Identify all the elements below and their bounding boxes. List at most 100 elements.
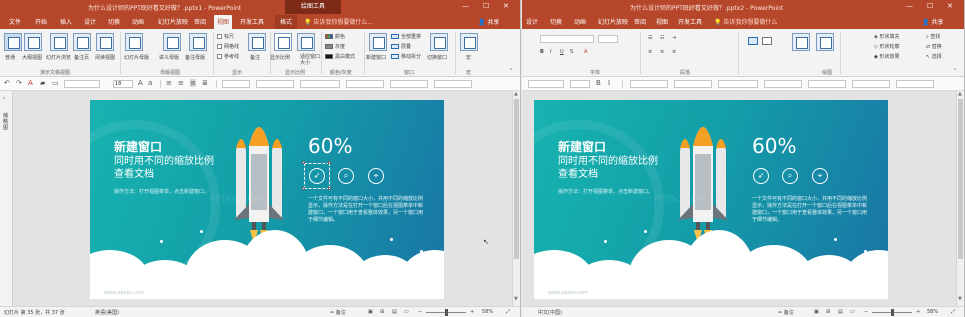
bullets-icon[interactable]: ☰ [648, 35, 652, 41]
zoom-percent[interactable]: 58% [482, 309, 493, 315]
tab-animations[interactable]: 动画 [574, 17, 586, 26]
zoom-out-icon[interactable]: − [418, 309, 422, 315]
tab-slideshow[interactable]: 幻灯片放映 [598, 17, 628, 26]
indent-icon[interactable]: ⇥ [672, 35, 676, 41]
shape-fill-button[interactable]: ◈ 形状填充 [874, 33, 899, 40]
view-reading-icon[interactable]: ▤ [838, 309, 843, 315]
close-icon[interactable]: ✕ [947, 2, 953, 10]
font-color-icon[interactable]: A [28, 79, 33, 87]
fit-to-window-button[interactable] [297, 33, 315, 51]
increase-font-icon[interactable]: A [138, 79, 143, 87]
font-size-box[interactable]: 18 [113, 80, 133, 88]
grayscale-button[interactable]: 灰度 [325, 43, 345, 50]
tab-review[interactable]: 审阅 [194, 17, 206, 26]
gridlines-checkbox[interactable]: 网格线 [217, 43, 239, 50]
language-indicator[interactable]: 英语(美国) [95, 309, 119, 316]
font-size-box[interactable] [598, 35, 618, 43]
scroll-up-icon[interactable]: ▲ [514, 91, 518, 97]
collapse-ribbon-icon[interactable]: ⌃ [953, 68, 957, 74]
share-button[interactable]: 👤 共享 [922, 17, 943, 26]
strikethrough-icon[interactable]: S [570, 49, 573, 55]
tab-format[interactable]: 格式 [275, 15, 298, 29]
shape-outline-button[interactable]: ◇ 形状轮廓 [874, 43, 899, 50]
macros-button[interactable] [460, 33, 478, 51]
move-split-button[interactable]: 移动拆分 [391, 53, 421, 60]
close-icon[interactable]: ✕ [503, 2, 509, 10]
tab-insert[interactable]: 插入 [60, 17, 72, 26]
tab-transitions[interactable]: 切换 [550, 17, 562, 26]
underline-icon[interactable]: U [560, 49, 564, 55]
text-style-box[interactable] [300, 80, 340, 88]
tell-me-box[interactable]: 💡 告诉我你想要做什么... [304, 17, 373, 26]
resize-handle[interactable] [328, 161, 331, 164]
zoom-in-icon[interactable]: + [470, 309, 474, 315]
effects-box[interactable] [852, 80, 890, 88]
arrange-all-button[interactable]: 全部重排 [391, 33, 421, 40]
arrange-button[interactable] [792, 33, 810, 51]
scroll-up-icon[interactable]: ▲ [958, 91, 962, 97]
tab-transitions[interactable]: 切换 [108, 17, 120, 26]
align-left-icon[interactable]: ≡ [166, 79, 172, 87]
scroll-down-icon[interactable]: ▼ [514, 296, 518, 302]
zoom-percent[interactable]: 58% [927, 309, 938, 315]
align-center-icon[interactable]: ≡ [660, 49, 664, 55]
undo-icon[interactable]: ↶ [4, 79, 10, 87]
view-normal-icon[interactable]: ▣ [368, 309, 373, 315]
switch-window-button[interactable] [430, 33, 448, 51]
font-name-box[interactable] [540, 35, 594, 43]
slide-canvas[interactable]: 新建窗口 同时用不同的缩放比例 查看文档 操作方法：打开视图菜单，点击新建窗口。… [90, 100, 444, 299]
slide-master-button[interactable] [125, 33, 143, 51]
scroll-down-icon[interactable]: ▼ [958, 296, 962, 302]
color-mode-button[interactable]: 颜色 [325, 33, 345, 40]
shape-fill-icon[interactable]: ▰ [40, 79, 45, 87]
minimize-icon[interactable]: — [462, 2, 469, 10]
guides-checkbox[interactable]: 参考线 [217, 53, 239, 60]
quick-styles-box[interactable] [896, 80, 934, 88]
notes-master-button[interactable] [189, 33, 207, 51]
minimize-icon[interactable]: — [906, 2, 913, 10]
handout-master-button[interactable] [163, 33, 181, 51]
resize-handle[interactable] [302, 161, 305, 164]
effects-box[interactable] [434, 80, 472, 88]
tab-view[interactable]: 视图 [214, 15, 233, 29]
line-spacing-box[interactable] [630, 80, 668, 88]
notes-toggle[interactable]: ≐ 备注 [330, 309, 346, 316]
vertical-scrollbar[interactable]: ▲ ▼ [512, 91, 520, 306]
select-button[interactable]: ↖ 选择 [926, 53, 942, 60]
line-spacing-box[interactable] [222, 80, 250, 88]
tab-design[interactable]: 设计 [84, 17, 96, 26]
share-button[interactable]: 👤 共享 [478, 17, 499, 26]
numbering-icon[interactable]: ☷ [660, 35, 664, 41]
tab-animations[interactable]: 动画 [132, 17, 144, 26]
tab-developer[interactable]: 开发工具 [240, 17, 264, 26]
fit-slide-icon[interactable]: ⤢ [951, 309, 955, 315]
arrange-box[interactable] [346, 80, 384, 88]
expand-thumbnails-icon[interactable]: › [3, 95, 5, 102]
view-sorter-icon[interactable]: ⊞ [380, 309, 384, 315]
view-reading-icon[interactable]: ▤ [392, 309, 397, 315]
italic-icon[interactable]: I [550, 49, 551, 55]
language-indicator[interactable]: 中文(中国) [538, 309, 562, 316]
resize-handle[interactable] [328, 187, 331, 190]
shape-style-box[interactable] [256, 80, 294, 88]
tab-file[interactable]: 文件 [9, 17, 21, 26]
bold-icon[interactable]: B [540, 49, 544, 55]
tab-design[interactable]: 设计 [526, 17, 538, 26]
font-name-box[interactable] [64, 80, 100, 88]
arrange-box[interactable] [764, 80, 802, 88]
align-left-icon[interactable]: ≡ [648, 49, 652, 55]
tab-home[interactable]: 开始 [35, 17, 47, 26]
shape-icon[interactable] [762, 37, 772, 45]
maximize-icon[interactable]: ☐ [483, 2, 489, 10]
scroll-thumb[interactable] [958, 99, 963, 259]
size-box[interactable] [808, 80, 846, 88]
bold-icon[interactable]: B [596, 79, 601, 87]
notes-page-button[interactable] [73, 33, 91, 51]
align-center-icon[interactable]: ≡ [178, 79, 184, 87]
cascade-button[interactable]: 层叠 [391, 43, 411, 50]
find-button[interactable]: ⌕ 查找 [926, 33, 940, 40]
thumbnail-pane-collapsed[interactable]: › 缩略图 [0, 91, 13, 306]
redo-icon[interactable]: ↷ [16, 79, 22, 87]
slide-canvas[interactable]: 新建窗口 同时用不同的缩放比例 查看文档 操作方法：打开视图菜单，点击新建窗口。… [534, 100, 888, 299]
resize-handle[interactable] [302, 187, 305, 190]
